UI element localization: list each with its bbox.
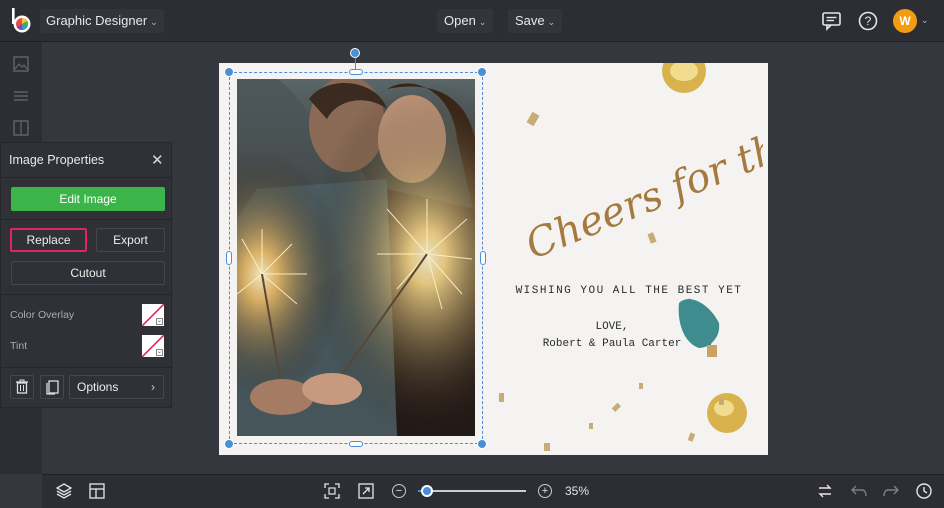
open-label: Open: [444, 13, 476, 28]
adjust-tool-icon[interactable]: [13, 88, 29, 104]
close-icon[interactable]: ✕: [151, 151, 164, 169]
save-label: Save: [515, 13, 545, 28]
options-label: Options: [77, 380, 119, 394]
image-properties-panel: Image Properties ✕ Edit Image Replace Ex…: [0, 142, 173, 408]
replace-button[interactable]: Replace: [10, 228, 87, 252]
chevron-right-icon: ›: [151, 380, 155, 394]
color-overlay-swatch[interactable]: ⌄: [142, 304, 164, 326]
cutout-button[interactable]: Cutout: [11, 261, 165, 285]
svg-text:?: ?: [865, 14, 872, 28]
logo-icon[interactable]: [10, 8, 32, 34]
resize-handle-right[interactable]: [480, 251, 486, 265]
confetti: [499, 111, 724, 451]
export-button[interactable]: Export: [96, 228, 165, 252]
zoom-level: 35%: [565, 484, 590, 498]
chevron-down-icon: ⌄: [150, 17, 158, 27]
resize-handle-bottom[interactable]: [349, 441, 363, 447]
divider: [1, 294, 173, 295]
resize-handle-bottom-right[interactable]: [477, 439, 487, 449]
undo-icon[interactable]: [850, 482, 868, 500]
duplicate-button[interactable]: [40, 375, 64, 399]
layers-icon[interactable]: [55, 482, 73, 500]
tint-label: Tint: [10, 340, 28, 352]
help-icon[interactable]: ?: [857, 10, 879, 32]
chevron-down-icon[interactable]: ⌄: [921, 15, 929, 26]
divider: [1, 367, 173, 368]
grid-layout-icon[interactable]: [88, 482, 106, 500]
swap-icon[interactable]: [816, 482, 834, 500]
zoom-slider[interactable]: [418, 490, 526, 492]
resize-handle-bottom-left[interactable]: [224, 439, 234, 449]
fit-to-screen-icon[interactable]: [323, 482, 341, 500]
chevron-down-icon: ⌄: [156, 318, 163, 325]
history-icon[interactable]: [915, 482, 933, 500]
resize-handle-top-right[interactable]: [477, 67, 487, 77]
tint-swatch[interactable]: ⌄: [142, 335, 164, 357]
divider: [1, 219, 173, 220]
app-switcher-label: Graphic Designer: [46, 13, 148, 28]
selection-frame[interactable]: [229, 72, 483, 444]
zoom-out-button[interactable]: −: [392, 484, 406, 498]
divider: [1, 177, 173, 178]
zoom-slider-knob[interactable]: [420, 485, 433, 497]
open-menu-button[interactable]: Open ⌄: [437, 9, 494, 33]
panel-title: Image Properties: [9, 153, 105, 167]
chat-icon[interactable]: [821, 10, 843, 32]
image-tool-icon[interactable]: [13, 56, 29, 72]
trash-icon: [16, 379, 28, 394]
rotate-handle[interactable]: [350, 48, 360, 58]
resize-handle-top[interactable]: [349, 69, 363, 75]
zoom-in-button[interactable]: +: [538, 484, 552, 498]
resize-handle-left[interactable]: [226, 251, 232, 265]
save-menu-button[interactable]: Save ⌄: [508, 9, 563, 33]
delete-button[interactable]: [10, 375, 34, 399]
edit-image-button[interactable]: Edit Image: [11, 187, 165, 211]
app-switcher[interactable]: Graphic Designer ⌄: [40, 9, 164, 33]
expand-icon[interactable]: [357, 482, 375, 500]
options-button[interactable]: Options ›: [69, 375, 164, 399]
chevron-down-icon: ⌄: [547, 17, 556, 27]
avatar[interactable]: W: [893, 9, 917, 33]
color-overlay-label: Color Overlay: [10, 309, 75, 321]
duplicate-icon: [46, 380, 59, 395]
redo-icon[interactable]: [882, 482, 900, 500]
chevron-down-icon: ⌄: [478, 17, 487, 27]
layout-tool-icon[interactable]: [13, 120, 29, 136]
resize-handle-top-left[interactable]: [224, 67, 234, 77]
chevron-down-icon: ⌄: [156, 349, 163, 356]
